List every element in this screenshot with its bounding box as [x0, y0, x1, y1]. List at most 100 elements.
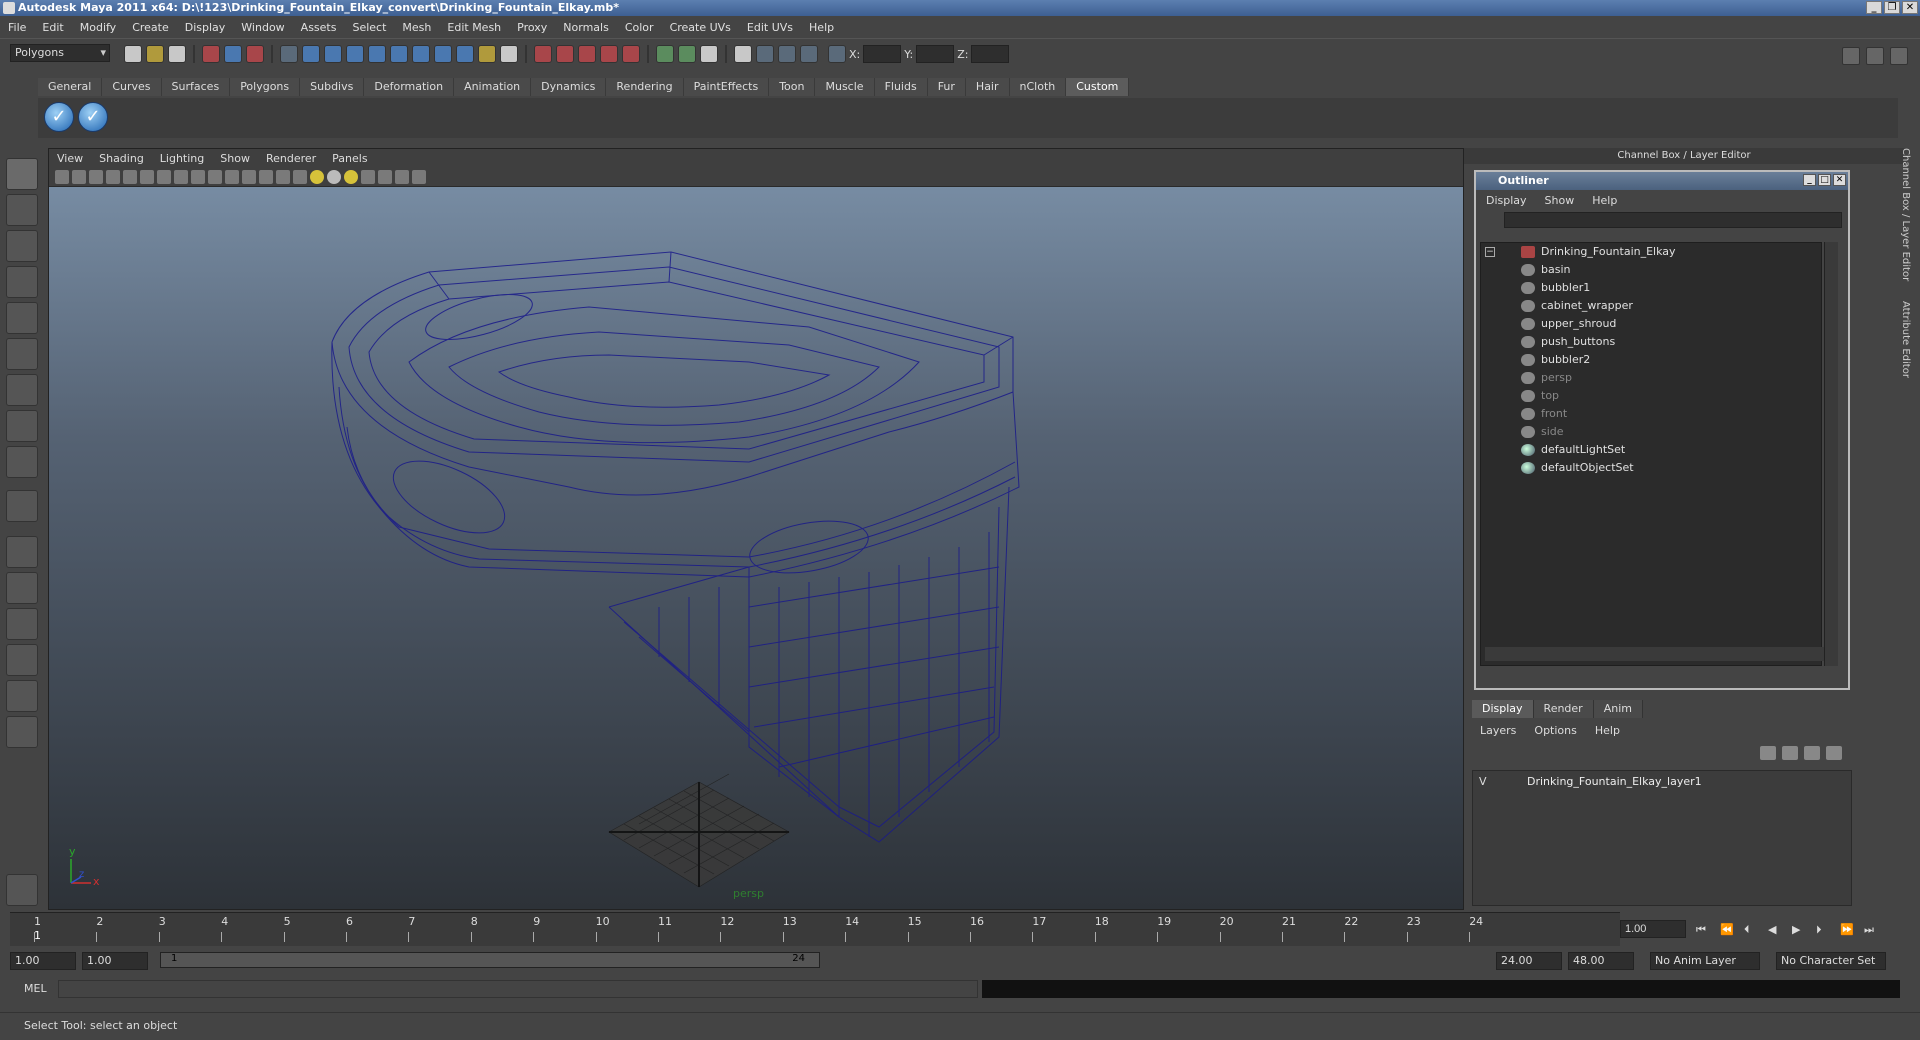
- select-object-icon[interactable]: [224, 45, 242, 63]
- render-view-icon[interactable]: [622, 45, 640, 63]
- current-time-field[interactable]: [1620, 920, 1686, 938]
- menu-color[interactable]: Color: [625, 21, 654, 34]
- shelf-tab-general[interactable]: General: [38, 78, 103, 96]
- mel-label[interactable]: MEL: [24, 982, 47, 995]
- menu-mesh[interactable]: Mesh: [402, 21, 431, 34]
- channel-box-toggle-icon[interactable]: [1890, 47, 1908, 65]
- checkmark-icon[interactable]: ✓: [44, 102, 74, 132]
- play-backward-icon[interactable]: ◀: [1768, 923, 1782, 936]
- wireframe-icon[interactable]: [242, 169, 256, 184]
- play-forward-icon[interactable]: ▶: [1792, 923, 1806, 936]
- menu-assets[interactable]: Assets: [301, 21, 337, 34]
- snap-to-curve-icon[interactable]: [324, 45, 342, 63]
- playback-end-field[interactable]: 24.00: [1496, 952, 1562, 970]
- layer-tab-anim[interactable]: Anim: [1593, 700, 1643, 718]
- select-hierarchy-icon[interactable]: [202, 45, 220, 63]
- outliner-menu-help[interactable]: Help: [1592, 194, 1617, 207]
- all-lights-icon[interactable]: [344, 169, 358, 184]
- layer-menu-options[interactable]: Options: [1534, 724, 1576, 737]
- menu-edit-mesh[interactable]: Edit Mesh: [447, 21, 501, 34]
- shelf-tab-hair[interactable]: Hair: [965, 78, 1010, 96]
- menu-select[interactable]: Select: [352, 21, 386, 34]
- step-forward-frame-icon[interactable]: ⏵: [1816, 923, 1830, 936]
- outliner-list[interactable]: − Drinking_Fountain_Elkay basin bubbler1…: [1480, 242, 1827, 666]
- lasso-tool-icon[interactable]: [6, 194, 38, 226]
- outliner-item[interactable]: top: [1521, 387, 1559, 405]
- restore-button[interactable]: ❐: [1884, 1, 1900, 14]
- viewport-menu-show[interactable]: Show: [220, 152, 250, 165]
- character-set-dropdown[interactable]: No Character Set: [1776, 952, 1886, 970]
- resolution-gate-icon[interactable]: [157, 169, 171, 184]
- shelf-tab-subdivs[interactable]: Subdivs: [300, 78, 365, 96]
- layer-tab-display[interactable]: Display: [1472, 700, 1534, 718]
- single-perspective-layout-icon[interactable]: [6, 536, 38, 568]
- select-component-icon[interactable]: [246, 45, 264, 63]
- shelf-tab-fluids[interactable]: Fluids: [874, 78, 928, 96]
- smooth-shade-icon[interactable]: [259, 169, 273, 184]
- menu-display[interactable]: Display: [185, 21, 226, 34]
- outliner-menu-show[interactable]: Show: [1545, 194, 1575, 207]
- outliner-maximize-button[interactable]: □: [1818, 174, 1831, 186]
- viewport-menu-panels[interactable]: Panels: [332, 152, 367, 165]
- open-scene-icon[interactable]: [146, 45, 164, 63]
- viewport-menu-shading[interactable]: Shading: [99, 152, 144, 165]
- shelf-tab-custom[interactable]: Custom: [1066, 78, 1130, 96]
- layer-tab-render[interactable]: Render: [1533, 700, 1594, 718]
- menu-normals[interactable]: Normals: [563, 21, 609, 34]
- shelf-tab-animation[interactable]: Animation: [454, 78, 532, 96]
- outliner-item[interactable]: front: [1521, 405, 1567, 423]
- layer-menu-layers[interactable]: Layers: [1480, 724, 1516, 737]
- x-field[interactable]: [863, 45, 902, 63]
- snap-to-view-plane-icon[interactable]: [368, 45, 386, 63]
- playback-start-field[interactable]: 1.00: [82, 952, 148, 970]
- magnet-icon[interactable]: [478, 45, 496, 63]
- gate-mask-icon[interactable]: [174, 169, 188, 184]
- toggle-icon[interactable]: [678, 45, 696, 63]
- rotate-tool-icon[interactable]: [6, 302, 38, 334]
- perspective-viewport[interactable]: View Shading Lighting Show Renderer Pane…: [48, 148, 1464, 910]
- tool-settings-toggle-icon[interactable]: [1866, 47, 1884, 65]
- textured-icon[interactable]: [293, 169, 307, 184]
- outliner-item[interactable]: cabinet_wrapper: [1521, 297, 1633, 315]
- outliner-item[interactable]: defaultLightSet: [1521, 441, 1625, 459]
- isolate-select-icon[interactable]: [361, 169, 375, 184]
- new-scene-icon[interactable]: [124, 45, 142, 63]
- outliner-item[interactable]: bubbler2: [1521, 351, 1590, 369]
- xray-icon[interactable]: [378, 169, 392, 184]
- grid-icon[interactable]: [123, 169, 137, 184]
- y-field[interactable]: [916, 45, 955, 63]
- side-tab-attribute-editor[interactable]: Attribute Editor: [1900, 301, 1911, 378]
- xray-joints-icon[interactable]: [395, 169, 409, 184]
- camera-attributes-icon[interactable]: [72, 169, 86, 184]
- persp-graph-layout-icon[interactable]: [6, 644, 38, 676]
- outliner-item[interactable]: defaultObjectSet: [1521, 459, 1634, 477]
- menu-help[interactable]: Help: [809, 21, 834, 34]
- menu-edit[interactable]: Edit: [42, 21, 63, 34]
- anim-layer-dropdown[interactable]: No Anim Layer: [1650, 952, 1760, 970]
- move-layer-down-icon[interactable]: [1782, 746, 1798, 760]
- make-live-icon[interactable]: [390, 45, 408, 63]
- outliner-item[interactable]: basin: [1521, 261, 1570, 279]
- snap-to-grid-icon[interactable]: [302, 45, 320, 63]
- camera-select-icon[interactable]: [55, 169, 69, 184]
- xray-components-icon[interactable]: [412, 169, 426, 184]
- collapse-icon[interactable]: −: [1485, 247, 1495, 257]
- clipboard-icon[interactable]: [700, 45, 718, 63]
- tools-icon[interactable]: [800, 45, 818, 63]
- mel-input-field[interactable]: [58, 980, 978, 998]
- viewport-menu-lighting[interactable]: Lighting: [160, 152, 204, 165]
- shelf-tab-rendering[interactable]: Rendering: [606, 78, 684, 96]
- persp-outliner-layout-icon[interactable]: [6, 608, 38, 640]
- input-mode-icon[interactable]: [828, 45, 846, 63]
- menu-window[interactable]: Window: [241, 21, 284, 34]
- outliner-filter-field[interactable]: [1504, 212, 1842, 228]
- start-time-field[interactable]: 1.00: [10, 952, 76, 970]
- outliner-item[interactable]: side: [1521, 423, 1564, 441]
- outliner-close-button[interactable]: ✕: [1833, 174, 1846, 186]
- outliner-horizontal-scrollbar[interactable]: [1485, 647, 1827, 661]
- outliner-item[interactable]: upper_shroud: [1521, 315, 1616, 333]
- time-slider[interactable]: 1 2 3 4 5 6 7 8 9 10 11 12 13 14 15 16 17 18 19 20 21 22 23 24 …: [10, 912, 1620, 946]
- checkmark-icon[interactable]: ✓: [78, 102, 108, 132]
- wireframe-on-shaded-icon[interactable]: [276, 169, 290, 184]
- light-icon[interactable]: [778, 45, 796, 63]
